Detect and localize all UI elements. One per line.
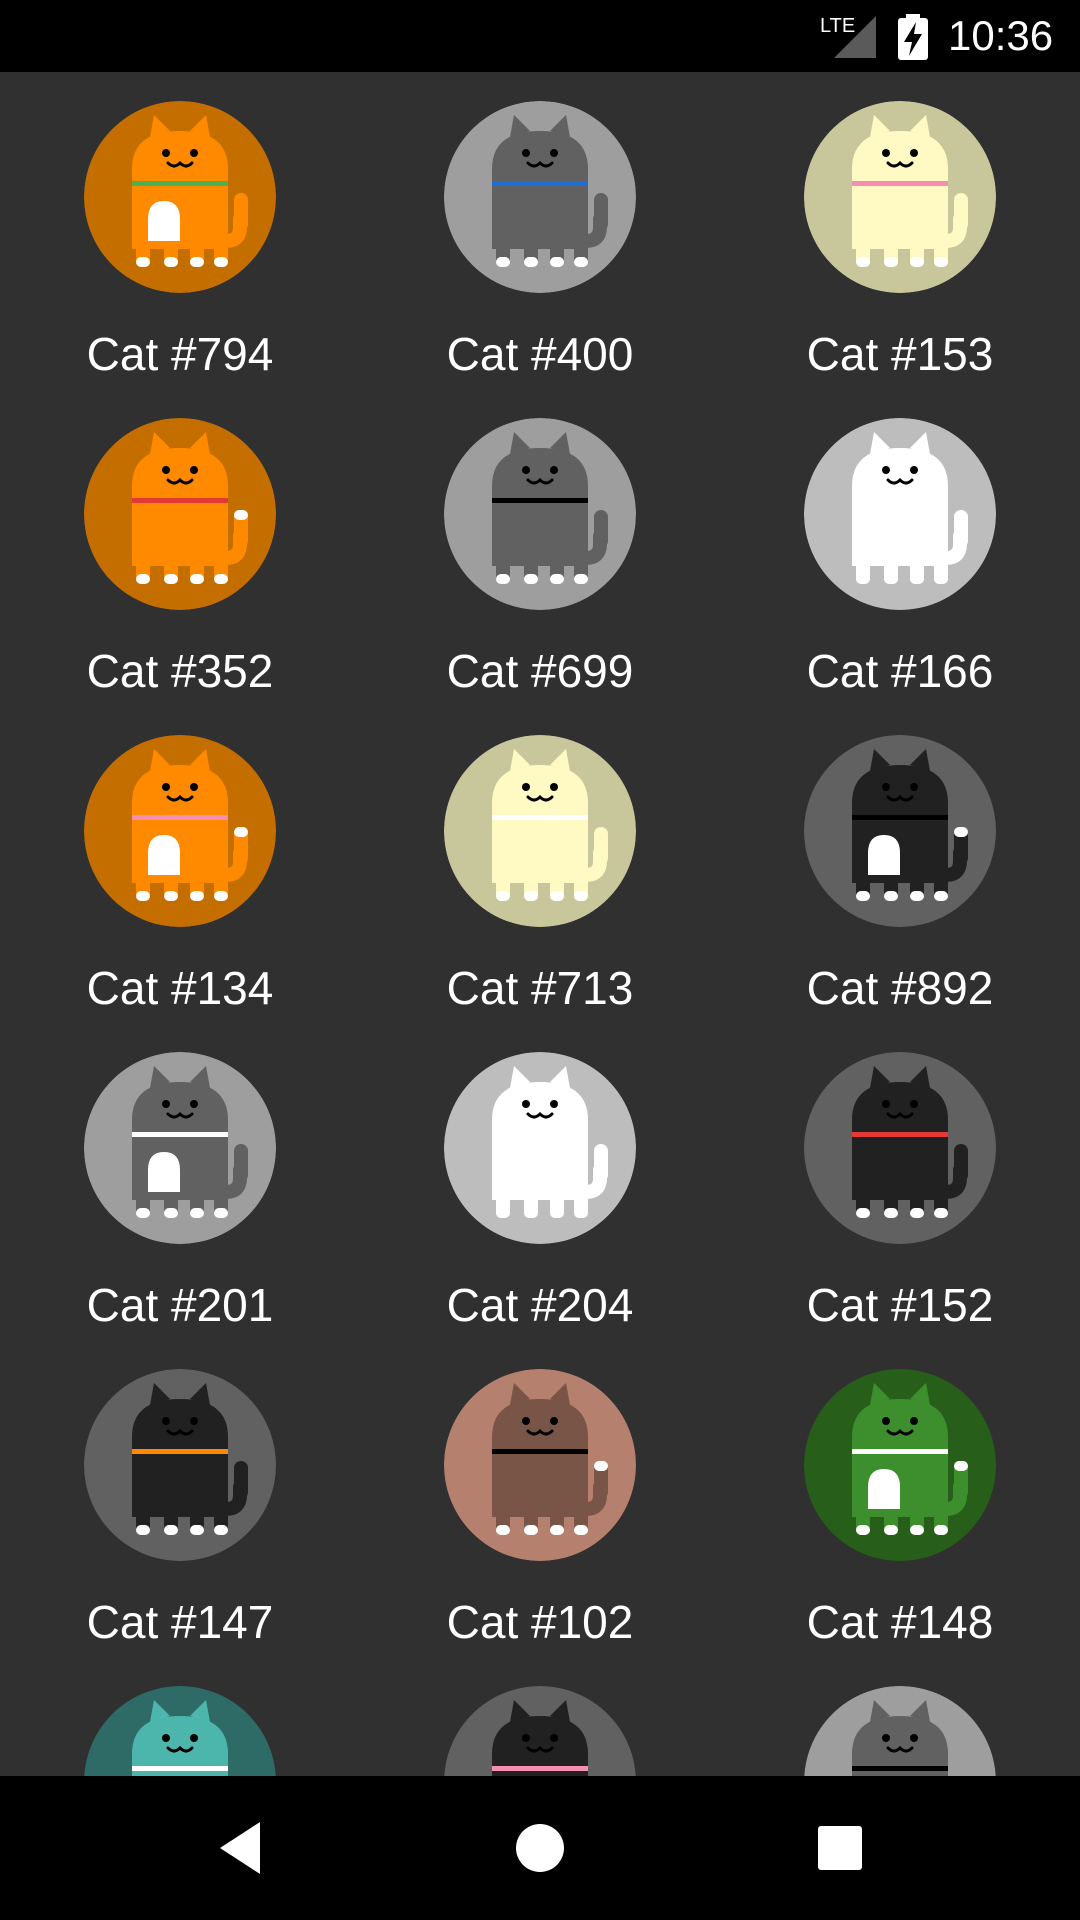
cat-item[interactable]: Cat #152 bbox=[720, 1023, 1080, 1340]
cat-name-label: Cat #400 bbox=[446, 328, 634, 380]
cat-item[interactable]: Cat #148 bbox=[720, 1340, 1080, 1657]
cat-name-label: Cat #352 bbox=[86, 645, 274, 697]
cat-avatar-icon bbox=[444, 1369, 636, 1561]
cat-name-label: Cat #147 bbox=[86, 1596, 274, 1648]
cat-avatar-icon bbox=[444, 735, 636, 927]
cat-item[interactable] bbox=[0, 1657, 360, 1776]
cat-name-label: Cat #148 bbox=[806, 1596, 994, 1648]
cat-name-label: Cat #892 bbox=[806, 962, 994, 1014]
cat-name-label: Cat #201 bbox=[86, 1279, 274, 1331]
cat-name-label: Cat #134 bbox=[86, 962, 274, 1014]
cat-grid: Cat #794 Cat #400 Cat #153 Cat #352 Cat #699… bbox=[0, 72, 1080, 1776]
cat-item[interactable]: Cat #794 bbox=[0, 72, 360, 389]
cat-name-label: Cat #204 bbox=[446, 1279, 634, 1331]
cat-avatar-icon bbox=[804, 735, 996, 927]
cat-avatar-icon bbox=[84, 1686, 276, 1776]
cat-item[interactable]: Cat #352 bbox=[0, 389, 360, 706]
cat-name-label: Cat #166 bbox=[806, 645, 994, 697]
recents-button[interactable] bbox=[800, 1808, 880, 1888]
navigation-bar bbox=[0, 1776, 1080, 1920]
cat-avatar-icon bbox=[84, 101, 276, 293]
cat-avatar-icon bbox=[804, 1052, 996, 1244]
cat-avatar-icon bbox=[804, 1369, 996, 1561]
network-label: LTE bbox=[820, 15, 855, 37]
cat-item[interactable] bbox=[360, 1657, 720, 1776]
cat-avatar-icon bbox=[84, 1369, 276, 1561]
recents-icon bbox=[818, 1826, 862, 1870]
cat-name-label: Cat #699 bbox=[446, 645, 634, 697]
cat-item[interactable]: Cat #102 bbox=[360, 1340, 720, 1657]
cat-avatar-icon bbox=[444, 101, 636, 293]
lte-signal-icon: LTE bbox=[820, 15, 876, 58]
cat-item[interactable]: Cat #201 bbox=[0, 1023, 360, 1340]
cat-avatar-icon bbox=[84, 1052, 276, 1244]
cat-avatar-icon bbox=[804, 418, 996, 610]
cat-name-label: Cat #153 bbox=[806, 328, 994, 380]
cat-avatar-icon bbox=[84, 418, 276, 610]
cat-name-label: Cat #152 bbox=[806, 1279, 994, 1331]
battery-charging-icon bbox=[898, 14, 928, 60]
cat-item[interactable]: Cat #147 bbox=[0, 1340, 360, 1657]
cat-avatar-icon bbox=[804, 1686, 996, 1776]
cat-item[interactable]: Cat #400 bbox=[360, 72, 720, 389]
cat-item[interactable] bbox=[720, 1657, 1080, 1776]
home-button[interactable] bbox=[500, 1808, 580, 1888]
cat-item[interactable]: Cat #699 bbox=[360, 389, 720, 706]
cat-avatar-icon bbox=[804, 101, 996, 293]
status-bar: LTE 10:36 bbox=[0, 0, 1080, 72]
home-icon bbox=[516, 1824, 564, 1872]
cat-item[interactable]: Cat #153 bbox=[720, 72, 1080, 389]
cat-item[interactable]: Cat #134 bbox=[0, 706, 360, 1023]
cat-name-label: Cat #794 bbox=[86, 328, 274, 380]
cat-name-label: Cat #102 bbox=[446, 1596, 634, 1648]
cat-avatar-icon bbox=[444, 1052, 636, 1244]
cat-item[interactable]: Cat #892 bbox=[720, 706, 1080, 1023]
status-clock: 10:36 bbox=[948, 12, 1054, 59]
cat-item[interactable]: Cat #713 bbox=[360, 706, 720, 1023]
cat-avatar-icon bbox=[444, 1686, 636, 1776]
back-icon bbox=[220, 1822, 260, 1874]
back-button[interactable] bbox=[200, 1808, 280, 1888]
cat-avatar-icon bbox=[444, 418, 636, 610]
cat-avatar-icon bbox=[84, 735, 276, 927]
cat-name-label: Cat #713 bbox=[446, 962, 634, 1014]
cat-item[interactable]: Cat #166 bbox=[720, 389, 1080, 706]
cat-item[interactable]: Cat #204 bbox=[360, 1023, 720, 1340]
